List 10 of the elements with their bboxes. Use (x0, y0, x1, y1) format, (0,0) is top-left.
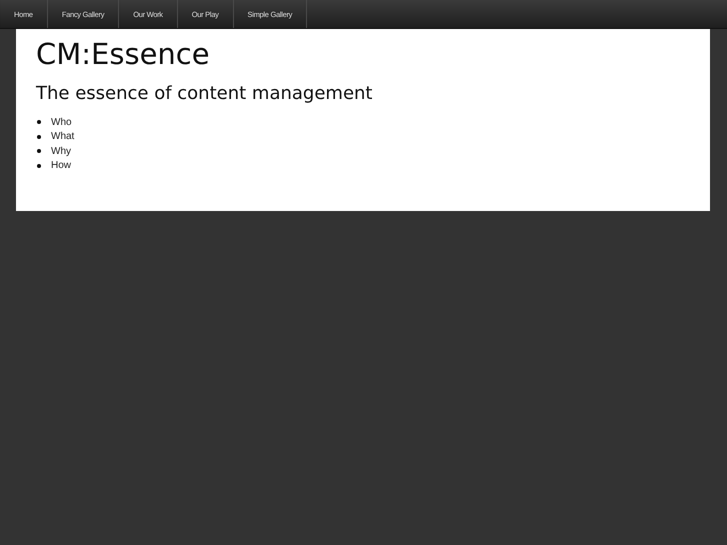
list-item: What (51, 131, 74, 142)
list-item: Who (51, 116, 72, 128)
bullet-icon (37, 134, 41, 139)
site-tagline: The essence of content management (36, 83, 374, 105)
site-title: CM:Essence (36, 37, 211, 71)
bullet-icon (37, 149, 41, 154)
bullet-icon (37, 120, 41, 124)
list-item: Why (51, 146, 71, 157)
list-item: How (51, 160, 72, 172)
bullet-icon (37, 164, 41, 168)
